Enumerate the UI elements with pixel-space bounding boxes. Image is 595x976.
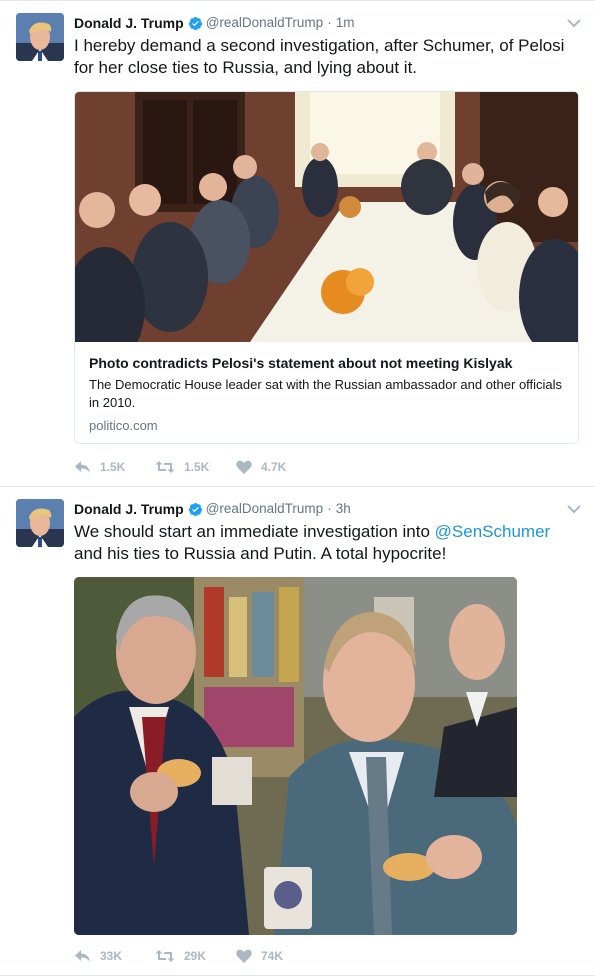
- reply-icon: [75, 950, 90, 962]
- timeline: Donald J. Trump @realDonaldTrump · 1m I …: [0, 0, 595, 976]
- author-handle[interactable]: @realDonaldTrump: [206, 13, 324, 33]
- reply-icon: [75, 461, 90, 473]
- card-description: The Democratic House leader sat with the…: [89, 377, 563, 410]
- tweet-text: I hereby demand a second investigation, …: [74, 36, 565, 77]
- card-title: Photo contradicts Pelosi's statement abo…: [89, 355, 513, 371]
- heart-icon: [236, 949, 252, 963]
- retweet-icon: [155, 461, 175, 473]
- like-count: 4.7K: [261, 460, 287, 474]
- retweet-count: 1.5K: [184, 460, 210, 474]
- tweet-header: Donald J. Trump @realDonaldTrump · 3h: [74, 499, 579, 519]
- avatar[interactable]: [16, 499, 64, 547]
- like-count: 74K: [261, 949, 284, 963]
- tweet-photo[interactable]: [74, 577, 517, 935]
- mention-link[interactable]: @SenSchumer: [435, 522, 551, 541]
- verified-badge-icon: [188, 16, 203, 31]
- heart-icon: [236, 460, 252, 474]
- author-name[interactable]: Donald J. Trump: [74, 499, 184, 519]
- like-button[interactable]: 74K: [236, 949, 317, 963]
- retweet-button[interactable]: 29K: [155, 949, 236, 963]
- reply-count: 33K: [100, 949, 123, 963]
- retweet-count: 29K: [184, 949, 207, 963]
- tweet-text-after: and his ties to Russia and Putin. A tota…: [74, 544, 447, 563]
- chevron-down-icon[interactable]: [567, 501, 581, 514]
- tweet-text-before: We should start an immediate investigati…: [74, 522, 435, 541]
- link-card[interactable]: Photo contradicts Pelosi's statement abo…: [74, 91, 579, 444]
- author-handle[interactable]: @realDonaldTrump: [206, 499, 324, 519]
- retweet-icon: [155, 950, 175, 962]
- tweet[interactable]: Donald J. Trump @realDonaldTrump · 3h We…: [0, 487, 595, 976]
- tweet[interactable]: Donald J. Trump @realDonaldTrump · 1m I …: [0, 0, 595, 487]
- verified-badge-icon: [188, 502, 203, 517]
- retweet-button[interactable]: 1.5K: [155, 460, 236, 474]
- reply-button[interactable]: 33K: [74, 949, 155, 963]
- tweet-actions: 33K 29K 74K: [74, 947, 317, 965]
- card-body: Photo contradicts Pelosi's statement abo…: [75, 342, 578, 443]
- tweet-actions: 1.5K 1.5K 4.7K: [74, 458, 317, 476]
- chevron-down-icon[interactable]: [567, 15, 581, 28]
- reply-count: 1.5K: [100, 460, 126, 474]
- tweet-header: Donald J. Trump @realDonaldTrump · 1m: [74, 13, 579, 33]
- like-button[interactable]: 4.7K: [236, 460, 317, 474]
- separator-dot: ·: [327, 501, 332, 516]
- reply-button[interactable]: 1.5K: [74, 460, 155, 474]
- card-domain: politico.com: [89, 418, 158, 433]
- timestamp[interactable]: 3h: [336, 499, 351, 519]
- separator-dot: ·: [327, 15, 332, 30]
- author-name[interactable]: Donald J. Trump: [74, 13, 184, 33]
- tweet-text: We should start an immediate investigati…: [74, 521, 579, 565]
- card-photo: [75, 92, 578, 342]
- timestamp[interactable]: 1m: [336, 13, 355, 33]
- avatar[interactable]: [16, 13, 64, 61]
